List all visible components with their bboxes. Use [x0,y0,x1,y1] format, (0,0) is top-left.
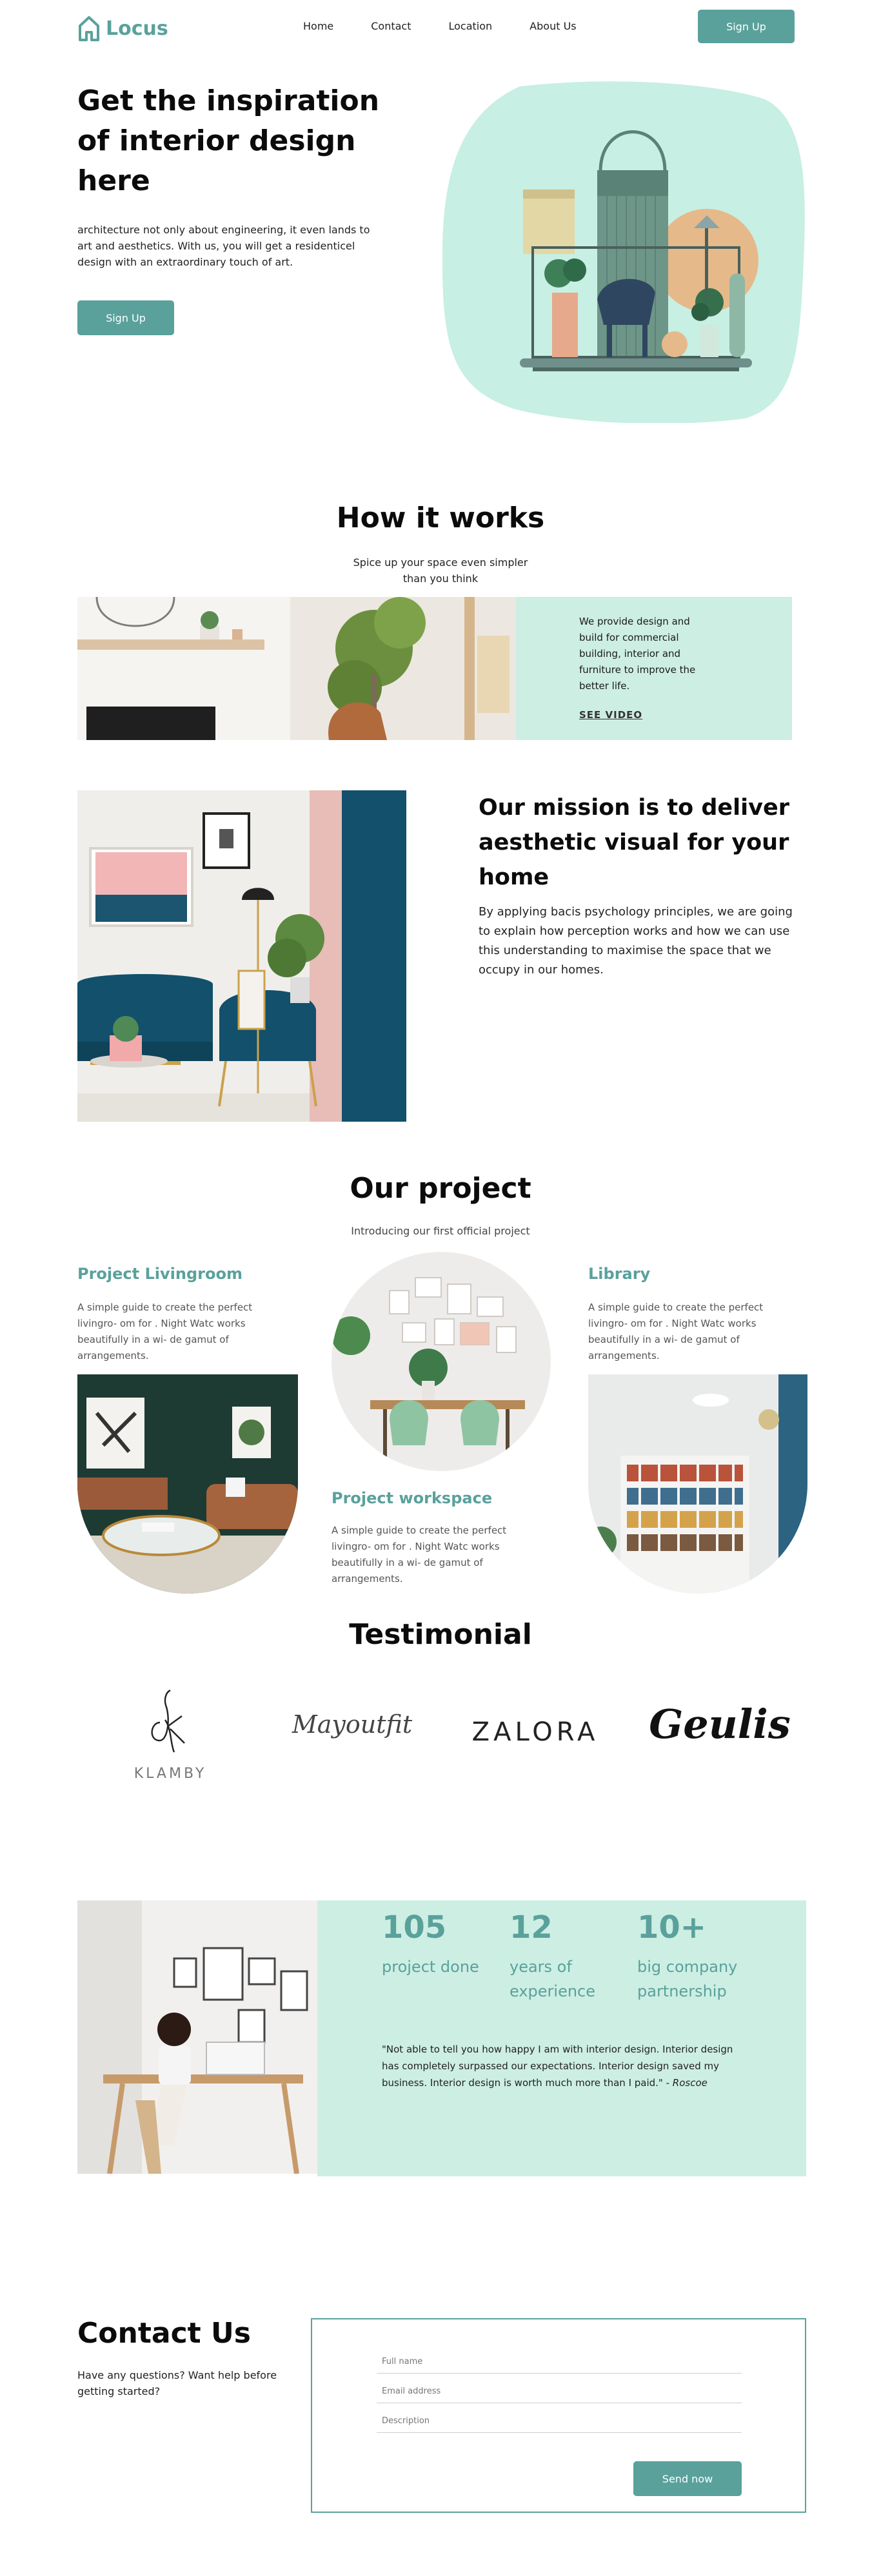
see-video-link[interactable]: SEE VIDEO [579,709,642,721]
project-library-description: A simple guide to create the perfect liv… [588,1302,764,1361]
stat-years-number: 12 [510,1909,553,1946]
testimonial-quote: "Not able to tell you how happy I am wit… [382,2041,748,2091]
project-livingroom-description: A simple guide to create the perfect liv… [77,1302,253,1361]
send-now-button[interactable]: Send now [633,2461,742,2496]
main-nav: Home Contact Location About Us [303,20,577,32]
stat-projects-label: project done [382,1958,479,1976]
description-input[interactable] [377,2412,742,2433]
klamby-logo: KLAMBY [134,1689,207,1782]
project-livingroom-title[interactable]: Project Livingroom [77,1265,243,1283]
project-workspace-image[interactable] [332,1252,551,1471]
contact-title: Contact Us [77,2317,251,2350]
stat-years-label: years of experience [510,1958,596,2000]
nav-location-link[interactable]: Location [449,20,493,32]
project-workspace-description: A simple guide to create the perfect liv… [332,1525,507,1585]
hero-signup-button[interactable]: Sign Up [77,300,174,335]
stat-projects-number: 105 [382,1909,447,1946]
project-library-image[interactable] [588,1374,807,1594]
testimonial-title: Testimonial [349,1618,532,1651]
full-name-input[interactable] [377,2353,742,2374]
living-room-photo [77,597,516,740]
contact-form: Send now [311,2318,806,2513]
hero-furniture-illustration [442,81,805,423]
logo-text: Locus [106,17,168,40]
stat-partners-label: big company partnership [637,1958,738,2000]
project-workspace-title[interactable]: Project workspace [332,1489,492,1507]
geulis-logo-text: Geulis [649,1701,790,1748]
mission-title: Our mission is to deliver aesthetic visu… [479,795,789,890]
testimonial-author: Roscoe [672,2077,708,2089]
house-logo-icon [79,16,99,41]
mayoutfit-logo: Mayoutfit [292,1710,413,1739]
projects-subtitle: Introducing our first official project [351,1225,530,1237]
mission-description: By applying bacis psychology principles,… [479,905,793,977]
nav-home-link[interactable]: Home [303,20,333,32]
zalora-logo-text: ZALORA [472,1717,599,1747]
email-input[interactable] [377,2383,742,2403]
hero-title: Get the inspiration of interior design h… [77,84,380,197]
nav-signup-button[interactable]: Sign Up [698,10,795,43]
project-livingroom-image[interactable] [77,1374,298,1594]
mayoutfit-logo-text: Mayoutfit [292,1710,413,1739]
zalora-logo: ZALORA [472,1717,599,1747]
stat-partners-number: 10+ [637,1909,707,1946]
designer-at-desk-photo [77,1900,317,2174]
klamby-logo-text: KLAMBY [134,1766,207,1782]
geulis-logo: Geulis [649,1701,790,1748]
hero-description: architecture not only about engineering,… [77,224,370,268]
mission-interior-photo [77,790,406,1122]
nav-about-link[interactable]: About Us [530,20,576,32]
contact-description: Have any questions? Want help before get… [77,2369,277,2397]
logo[interactable]: Locus [77,14,168,43]
project-library-title[interactable]: Library [588,1265,650,1283]
nav-contact-link[interactable]: Contact [371,20,411,32]
how-it-works-text: We provide design and build for commerci… [579,616,696,692]
how-it-works-title: How it works [336,502,545,534]
how-it-works-subtitle: Spice up your space even simpler than yo… [353,556,528,585]
projects-title: Our project [350,1172,531,1205]
